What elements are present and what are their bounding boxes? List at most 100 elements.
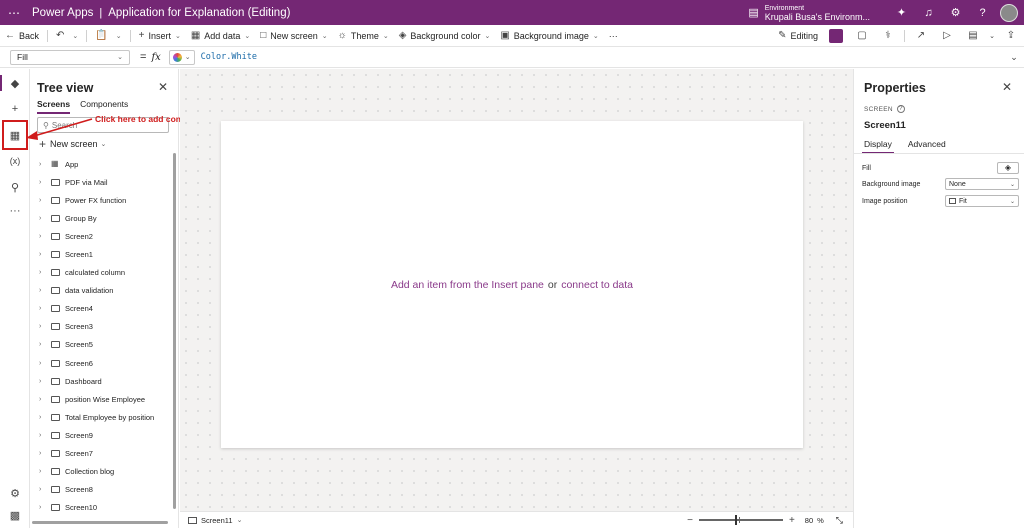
tree-item[interactable]: › Screen7 xyxy=(30,445,172,463)
more-button[interactable]: ··· xyxy=(604,31,623,41)
zoom-in-icon[interactable]: + xyxy=(789,515,795,526)
new-screen-button[interactable]: □ New screen ⌄ xyxy=(255,30,332,41)
chevron-right-icon[interactable]: › xyxy=(39,161,49,168)
tree-item[interactable]: › PDF via Mail xyxy=(30,173,172,191)
background-image-button[interactable]: ▣ Background image ⌄ xyxy=(495,30,603,41)
insert-pane-link[interactable]: Add an item from the Insert pane xyxy=(391,279,544,291)
chevron-right-icon[interactable]: › xyxy=(39,287,49,294)
undo-button[interactable]: ↶ ⌄ xyxy=(51,30,83,41)
tree-item[interactable]: › Screen6 xyxy=(30,354,172,372)
tree-item[interactable]: › Power FX function xyxy=(30,191,172,209)
property-dropdown[interactable]: Fill ⌄ xyxy=(10,49,130,65)
more-icon[interactable]: ··· xyxy=(0,199,30,223)
tab-advanced[interactable]: Advanced xyxy=(906,139,948,154)
tree-item[interactable]: › Screen10 xyxy=(30,499,172,517)
color-picker-button[interactable]: ⌄ xyxy=(168,49,195,65)
zoom-out-icon[interactable]: − xyxy=(687,515,693,526)
back-button[interactable]: ← Back xyxy=(0,30,44,41)
info-icon[interactable]: ? xyxy=(896,105,905,113)
background-color-button[interactable]: ◈ Background color ⌄ xyxy=(394,30,496,41)
background-image-dropdown[interactable]: None ⌄ xyxy=(945,178,1019,190)
selected-screen-name[interactable]: Screen11 xyxy=(864,120,906,131)
formula-input[interactable]: Color.White xyxy=(201,52,1004,62)
tree-item[interactable]: › Screen1 xyxy=(30,245,172,263)
chevron-right-icon[interactable]: › xyxy=(39,360,49,367)
chevron-right-icon[interactable]: › xyxy=(39,450,49,457)
tree-item[interactable]: › Screen3 xyxy=(30,318,172,336)
play-icon[interactable]: ▷ xyxy=(934,30,960,41)
chevron-right-icon[interactable]: › xyxy=(39,197,49,204)
tree-item[interactable]: › Screen5 xyxy=(30,336,172,354)
app-checker-icon[interactable]: ⚕ xyxy=(875,30,901,41)
chevron-right-icon[interactable]: › xyxy=(39,396,49,403)
add-data-button[interactable]: ▦ Add data ⌄ xyxy=(186,30,255,41)
tree-item-app[interactable]: › ▦ App xyxy=(30,155,172,173)
variables-icon[interactable]: (x) xyxy=(0,149,30,173)
close-icon[interactable]: ✕ xyxy=(1002,80,1012,94)
zoom-slider[interactable] xyxy=(698,515,783,525)
comments-icon[interactable]: ▢ xyxy=(849,30,875,41)
image-position-dropdown[interactable]: Fit ⌄ xyxy=(945,195,1019,207)
tree-view-icon[interactable]: ◆ xyxy=(0,71,30,95)
editing-button[interactable]: ✎ Editing xyxy=(773,30,823,41)
tree-panel-toggle-icon[interactable] xyxy=(829,28,843,43)
save-chevron-icon[interactable]: ⌄ xyxy=(986,32,998,40)
settings-icon[interactable]: ⚙ xyxy=(942,6,969,19)
environment-picker[interactable]: ▤ Environment Krupali Busa's Environm... xyxy=(748,4,870,22)
connect-to-data-link[interactable]: connect to data xyxy=(561,279,633,291)
share-icon[interactable]: ↗ xyxy=(908,30,934,41)
notifications-icon[interactable]: ♫ xyxy=(915,7,942,19)
settings-icon[interactable]: ⚙ xyxy=(0,481,30,505)
app-name[interactable]: Power Apps xyxy=(32,7,93,19)
chevron-right-icon[interactable]: › xyxy=(39,179,49,186)
chevron-right-icon[interactable]: › xyxy=(39,233,49,240)
fill-color-button[interactable]: ◈ xyxy=(997,162,1019,174)
power-automate-icon[interactable]: ▩ xyxy=(0,503,30,527)
screen-selector[interactable]: Screen11 ⌄ xyxy=(188,516,242,525)
tab-screens[interactable]: Screens xyxy=(37,99,71,114)
new-screen-button[interactable]: + New screen ⌄ xyxy=(39,137,106,151)
chevron-right-icon[interactable]: › xyxy=(39,269,49,276)
tree-item[interactable]: › data validation xyxy=(30,282,172,300)
chevron-right-icon[interactable]: › xyxy=(39,468,49,475)
design-canvas[interactable]: Add an item from the Insert pane or conn… xyxy=(180,69,853,511)
theme-button[interactable]: ☼ Theme ⌄ xyxy=(333,30,394,41)
copilot-icon[interactable]: ✦ xyxy=(888,6,915,19)
help-icon[interactable]: ? xyxy=(969,7,996,19)
chevron-right-icon[interactable]: › xyxy=(39,432,49,439)
paste-button[interactable]: 📋 ⌄ xyxy=(90,30,126,41)
chevron-right-icon[interactable]: › xyxy=(39,504,49,511)
chevron-right-icon[interactable]: › xyxy=(39,414,49,421)
tree-item[interactable]: › Screen4 xyxy=(30,300,172,318)
avatar[interactable] xyxy=(1000,3,1018,22)
chevron-right-icon[interactable]: › xyxy=(39,378,49,385)
tree-item[interactable]: › calculated column xyxy=(30,264,172,282)
tree-item[interactable]: › Total Employee by position xyxy=(30,408,172,426)
tree-item[interactable]: › Screen9 xyxy=(30,426,172,444)
tab-components[interactable]: Components xyxy=(80,99,128,114)
chevron-right-icon[interactable]: › xyxy=(39,305,49,312)
insert-button[interactable]: + Insert ⌄ xyxy=(134,30,186,41)
chevron-right-icon[interactable]: › xyxy=(39,341,49,348)
tree-item[interactable]: › Screen8 xyxy=(30,481,172,499)
horizontal-scrollbar[interactable] xyxy=(32,521,168,524)
waffle-icon[interactable]: ⋯ xyxy=(0,6,28,20)
chevron-right-icon[interactable]: › xyxy=(39,251,49,258)
vertical-scrollbar[interactable] xyxy=(173,153,176,509)
save-icon[interactable]: ▤ xyxy=(960,30,986,41)
tree-item[interactable]: › Screen2 xyxy=(30,227,172,245)
search-icon[interactable]: ⚲ xyxy=(0,175,30,199)
insert-icon[interactable]: + xyxy=(0,97,30,121)
close-icon[interactable]: ✕ xyxy=(158,80,168,94)
zoom-slider-thumb[interactable] xyxy=(734,515,737,525)
tree-item[interactable]: › Dashboard xyxy=(30,372,172,390)
chevron-right-icon[interactable]: › xyxy=(39,323,49,330)
fit-to-window-icon[interactable]: ⤡ xyxy=(836,515,843,526)
chevron-right-icon[interactable]: › xyxy=(39,486,49,493)
expand-formula-icon[interactable]: ⌄ xyxy=(1004,52,1024,63)
tree-item[interactable]: › position Wise Employee xyxy=(30,390,172,408)
chevron-right-icon[interactable]: › xyxy=(39,215,49,222)
tree-item[interactable]: › Group By xyxy=(30,209,172,227)
tab-display[interactable]: Display xyxy=(862,139,894,154)
publish-icon[interactable]: ⇪ xyxy=(998,30,1024,41)
